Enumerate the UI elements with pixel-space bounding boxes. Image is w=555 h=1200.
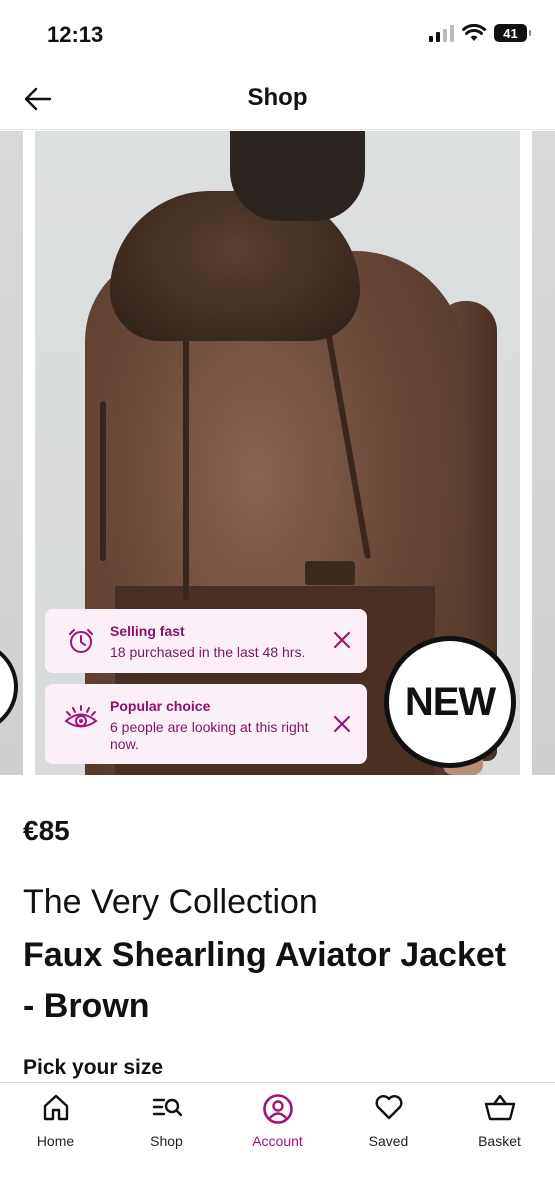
basket-icon — [484, 1094, 515, 1121]
product-image-carousel[interactable]: Selling fast 18 purchased in the last 48… — [0, 131, 555, 775]
top-header: Shop — [0, 70, 555, 130]
alarm-clock-icon — [69, 629, 93, 653]
nav-label: Basket — [478, 1133, 521, 1149]
home-icon — [43, 1094, 68, 1121]
image-hair — [230, 131, 365, 221]
eye-icon — [64, 705, 98, 728]
nav-basket[interactable]: Basket — [444, 1083, 555, 1163]
page-title: Shop — [247, 84, 308, 111]
nav-saved[interactable]: Saved — [333, 1083, 444, 1163]
heart-icon — [375, 1095, 402, 1120]
popular-choice-notice: Popular choice 6 people are looking at t… — [45, 684, 367, 764]
selling-fast-notice: Selling fast 18 purchased in the last 48… — [45, 609, 367, 673]
close-icon[interactable] — [333, 631, 351, 649]
new-badge-label: NEW — [404, 679, 496, 724]
notice-text: 18 purchased in the last 48 hrs. — [110, 644, 306, 660]
wifi-icon — [462, 24, 486, 41]
product-price: €85 — [23, 815, 70, 846]
product-name: Faux Shearling Aviator Jacket - Brown — [23, 936, 507, 1025]
notice-text: 6 people are looking at this right now. — [110, 719, 309, 752]
nav-label: Saved — [368, 1133, 409, 1149]
image-buckle — [305, 561, 355, 585]
next-image-peek[interactable] — [532, 131, 555, 775]
nav-label: Home — [36, 1133, 75, 1149]
size-picker-label: Pick your size — [23, 1056, 164, 1079]
nav-shop[interactable]: Shop — [111, 1083, 222, 1163]
nav-account[interactable]: Account — [222, 1083, 333, 1163]
cellular-signal-icon — [429, 24, 454, 42]
product-brand[interactable]: The Very Collection — [23, 883, 318, 922]
bottom-navigation: Home Shop Account Saved Basket — [0, 1082, 555, 1200]
notice-title: Popular choice — [110, 698, 211, 714]
battery-icon: 41 — [494, 24, 531, 42]
status-bar: 12:13 41 — [0, 0, 555, 70]
nav-label: Account — [252, 1133, 303, 1149]
nav-home[interactable]: Home — [0, 1083, 111, 1163]
account-icon — [262, 1094, 293, 1124]
search-list-icon — [152, 1098, 182, 1117]
notice-title: Selling fast — [110, 623, 185, 639]
status-icons: 41 — [429, 24, 531, 42]
status-time: 12:13 — [47, 22, 104, 47]
image-seam — [100, 401, 106, 561]
close-icon[interactable] — [333, 715, 351, 733]
nav-label: Shop — [150, 1133, 183, 1149]
new-badge: NEW — [384, 636, 516, 768]
image-seam — [183, 301, 189, 601]
